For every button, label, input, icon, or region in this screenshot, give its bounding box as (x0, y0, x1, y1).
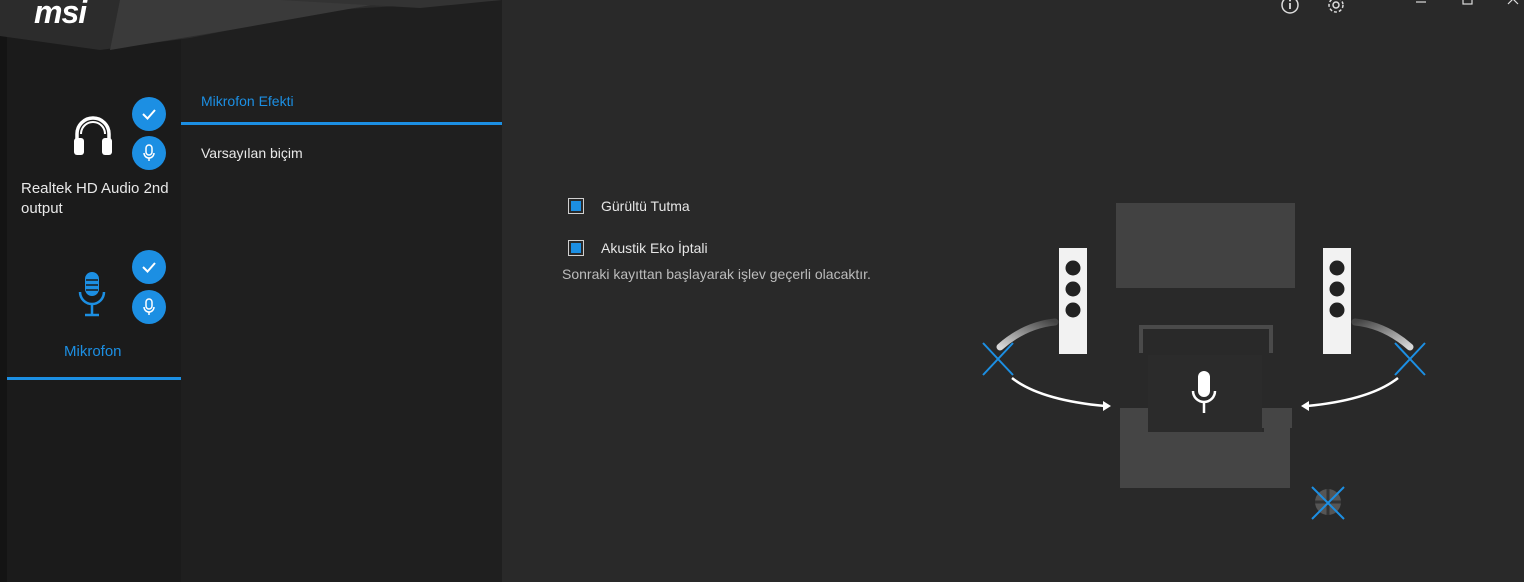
default-mic-badge[interactable] (132, 290, 166, 324)
minimize-icon[interactable] (1414, 0, 1428, 10)
noise-suppression-checkbox[interactable] (568, 198, 584, 214)
active-device-indicator (7, 377, 181, 380)
info-note: Sonraki kayıttan başlayarak işlev geçerl… (562, 266, 871, 282)
tab-mikrofon-efekti[interactable]: Mikrofon Efekti (201, 93, 294, 109)
gear-icon[interactable] (1326, 0, 1346, 15)
option-label: Gürültü Tutma (601, 198, 690, 214)
close-icon[interactable] (1506, 0, 1520, 10)
tab-varsayilan-bicim[interactable]: Varsayılan biçim (201, 145, 303, 161)
option-acoustic-echo-cancellation[interactable]: Akustik Eko İptali (568, 240, 708, 256)
option-noise-suppression[interactable]: Gürültü Tutma (568, 198, 690, 214)
device-enabled-badge (132, 97, 166, 131)
microphone-icon (78, 272, 106, 317)
check-icon (142, 109, 156, 120)
microphone-icon (143, 144, 155, 161)
active-tab-indicator (181, 122, 502, 125)
info-icon[interactable] (1280, 0, 1300, 15)
headphones-icon (74, 116, 112, 155)
echo-cancellation-illustration (982, 203, 1426, 520)
device-name: Mikrofon (64, 343, 122, 360)
option-label: Akustik Eko İptali (601, 240, 708, 256)
device-enabled-badge (132, 250, 166, 284)
maximize-icon[interactable] (1461, 0, 1475, 10)
device-name: Realtek HD Audio 2nd output (21, 180, 169, 217)
default-mic-badge[interactable] (132, 136, 166, 170)
msi-logo: msi (34, 0, 87, 30)
effects-menu-pane (181, 0, 502, 582)
check-icon (142, 262, 156, 273)
microphone-icon (143, 298, 155, 315)
echo-cancellation-checkbox[interactable] (568, 240, 584, 256)
